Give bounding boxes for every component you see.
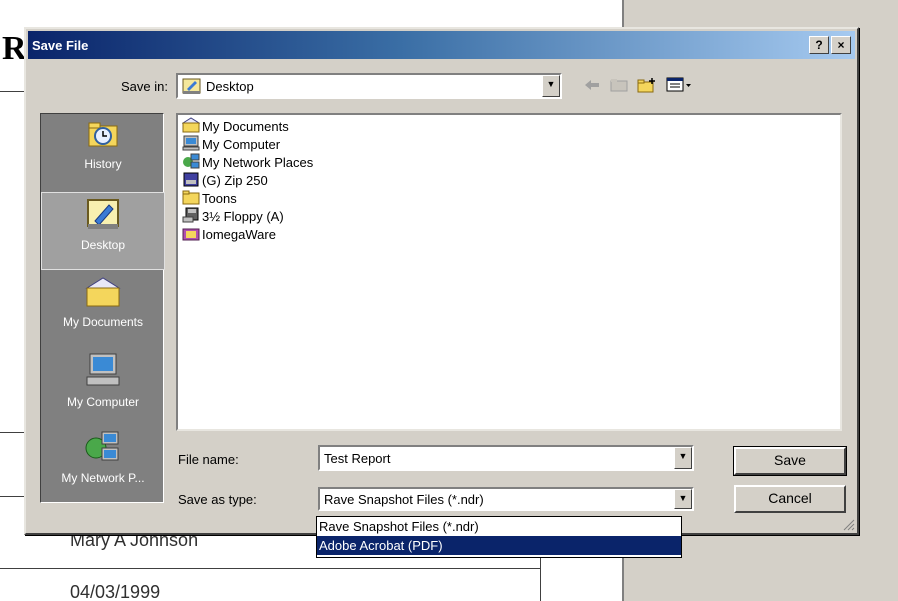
report-rule <box>0 568 540 569</box>
file-list[interactable]: My Documents My Computer My Network Plac… <box>176 113 842 431</box>
computer-icon <box>182 135 200 154</box>
save-button[interactable]: Save <box>733 446 847 476</box>
list-item-label: Toons <box>202 190 237 206</box>
list-item-label: IomegaWare <box>202 226 276 242</box>
my-documents-icon <box>84 274 122 311</box>
folder-documents-icon <box>181 116 201 136</box>
network-places-icon <box>84 430 122 467</box>
back-icon[interactable] <box>583 78 601 95</box>
place-my-network[interactable]: My Network P... <box>41 426 165 504</box>
file-name-label: File name: <box>178 452 239 467</box>
chevron-down-icon[interactable]: ▼ <box>674 489 692 509</box>
save-file-dialog: Save File ? × Save in: Desktop ▼ History… <box>24 27 859 535</box>
place-history[interactable]: History <box>41 114 165 192</box>
list-item-label: 3½ Floppy (A) <box>202 208 284 224</box>
up-folder-icon[interactable] <box>610 78 628 95</box>
save-as-type-select[interactable]: Rave Snapshot Files (*.ndr) ▼ <box>318 487 694 511</box>
place-label: My Network P... <box>61 471 145 485</box>
save-as-type-dropdown[interactable]: Rave Snapshot Files (*.ndr) Adobe Acroba… <box>316 516 682 558</box>
save-in-label: Save in: <box>121 79 168 94</box>
folder-icon <box>182 189 200 208</box>
zip-drive-icon <box>182 171 200 190</box>
resize-grip-icon[interactable] <box>841 517 855 531</box>
list-item[interactable]: My Computer <box>182 135 280 153</box>
save-in-value: Desktop <box>206 79 254 94</box>
dropdown-option-selected[interactable]: Adobe Acrobat (PDF) <box>317 536 681 555</box>
chevron-down-icon[interactable]: ▼ <box>674 447 692 469</box>
list-item[interactable]: My Network Places <box>182 153 313 171</box>
desktop-icon <box>182 77 202 98</box>
list-item[interactable]: IomegaWare <box>182 225 276 243</box>
place-label: Desktop <box>80 238 126 252</box>
file-name-value: Test Report <box>324 451 391 466</box>
floppy-icon <box>182 207 200 226</box>
places-bar: History Desktop My Documents My Computer… <box>40 113 165 504</box>
dropdown-option[interactable]: Rave Snapshot Files (*.ndr) <box>317 517 681 536</box>
new-folder-icon[interactable] <box>637 77 657 96</box>
place-my-documents[interactable]: My Documents <box>41 270 165 348</box>
save-in-combo[interactable]: Desktop ▼ <box>176 73 562 99</box>
report-rule <box>0 432 24 433</box>
network-icon <box>182 153 200 172</box>
history-icon <box>85 118 121 153</box>
dialog-title: Save File <box>32 37 89 53</box>
close-button[interactable]: × <box>831 36 851 54</box>
list-item[interactable]: (G) Zip 250 <box>182 171 268 189</box>
save-as-type-value: Rave Snapshot Files (*.ndr) <box>324 492 484 507</box>
place-label: History <box>84 157 122 171</box>
list-item-label: (G) Zip 250 <box>202 172 268 188</box>
list-item-label: My Network Places <box>202 154 314 170</box>
desktop-icon <box>85 197 121 234</box>
dialog-titlebar[interactable]: Save File ? × <box>28 31 855 59</box>
cancel-button[interactable]: Cancel <box>734 485 846 513</box>
navigation-toolbar <box>583 77 692 96</box>
file-name-input[interactable]: Test Report ▼ <box>318 445 694 471</box>
place-label: My Computer <box>66 395 140 409</box>
chevron-down-icon[interactable]: ▼ <box>542 75 560 97</box>
place-label: My Documents <box>62 315 144 329</box>
list-item-label: My Documents <box>202 118 289 134</box>
list-item[interactable]: My Documents <box>181 116 289 136</box>
save-as-type-label: Save as type: <box>178 492 257 507</box>
report-rule <box>0 91 24 92</box>
list-item[interactable]: Toons <box>182 189 237 207</box>
place-my-computer[interactable]: My Computer <box>41 348 165 426</box>
help-button[interactable]: ? <box>809 36 829 54</box>
report-date-fragment: 04/03/1999 <box>70 582 161 601</box>
list-item[interactable]: 3½ Floppy (A) <box>182 207 284 225</box>
view-menu-icon[interactable] <box>666 77 692 96</box>
my-computer-icon <box>84 352 122 391</box>
list-item-label: My Computer <box>202 136 281 152</box>
report-rule <box>0 496 24 497</box>
app-folder-icon <box>182 225 200 244</box>
place-desktop[interactable]: Desktop <box>41 192 165 270</box>
